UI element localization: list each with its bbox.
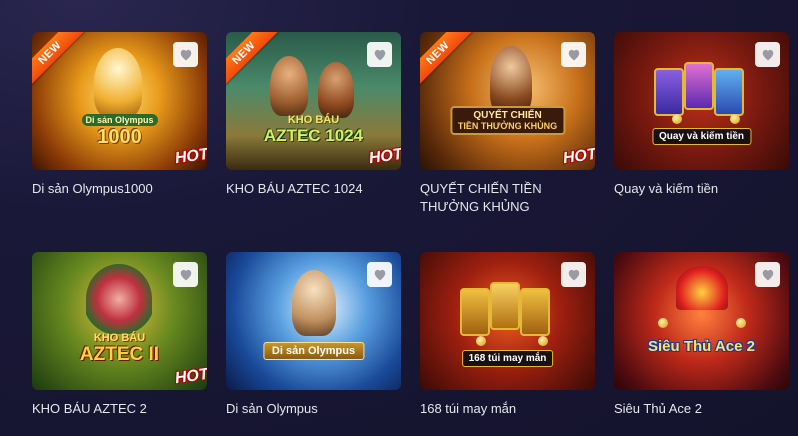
heart-icon (374, 49, 385, 61)
heart-icon (762, 49, 773, 61)
game-title[interactable]: Quay và kiếm tiền (614, 180, 789, 198)
favorite-button[interactable] (755, 42, 780, 67)
game-logo: Di sản Olympus 1000 (81, 114, 158, 149)
game-thumbnail[interactable]: 168 túi may mắn (420, 252, 595, 390)
favorite-button[interactable] (561, 262, 586, 287)
favorite-button[interactable] (173, 42, 198, 67)
game-card-quyet-chien[interactable]: QUYẾT CHIẾN TIỀN THƯỞNG KHỦNG NEW HOT QU… (420, 32, 595, 216)
game-logo: Di sản Olympus (262, 342, 365, 360)
game-thumbnail[interactable]: Quay và kiếm tiền (614, 32, 789, 170)
heart-icon (180, 269, 191, 281)
game-thumbnail[interactable]: KHO BÁU AZTEC 1024 NEW HOT (226, 32, 401, 170)
game-thumbnail[interactable]: Di sản Olympus 1000 NEW HOT (32, 32, 207, 170)
game-title[interactable]: Di sản Olympus1000 (32, 180, 207, 198)
favorite-button[interactable] (367, 42, 392, 67)
game-thumbnail[interactable]: Siêu Thủ Ace 2 (614, 252, 789, 390)
game-thumbnail[interactable]: KHO BÁU AZTEC II HOT (32, 252, 207, 390)
game-card-quay-va-kiem-tien[interactable]: Quay và kiếm tiền Quay và kiếm tiền (614, 32, 789, 198)
game-logo: KHO BÁU AZTEC II (79, 332, 160, 365)
heart-icon (568, 49, 579, 61)
heart-icon (568, 269, 579, 281)
game-title[interactable]: KHO BÁU AZTEC 1024 (226, 180, 401, 198)
game-logo: KHO BÁU AZTEC 1024 (263, 114, 364, 145)
game-title[interactable]: KHO BÁU AZTEC 2 (32, 400, 207, 418)
game-card-olympus[interactable]: Di sản Olympus Di sản Olympus (226, 252, 401, 418)
favorite-button[interactable] (173, 262, 198, 287)
favorite-button[interactable] (561, 42, 586, 67)
game-thumbnail[interactable]: QUYẾT CHIẾN TIỀN THƯỞNG KHỦNG NEW HOT (420, 32, 595, 170)
favorite-button[interactable] (755, 262, 780, 287)
game-thumbnail[interactable]: Di sản Olympus (226, 252, 401, 390)
game-card-olympus-1000[interactable]: Di sản Olympus 1000 NEW HOT Di sản Olymp… (32, 32, 207, 198)
heart-icon (180, 49, 191, 61)
game-title[interactable]: Di sản Olympus (226, 400, 401, 418)
game-title[interactable]: QUYẾT CHIẾN TIỀN THƯỞNG KHỦNG (420, 180, 595, 216)
game-title[interactable]: Siêu Thủ Ace 2 (614, 400, 789, 418)
game-card-sieu-thu-ace-2[interactable]: Siêu Thủ Ace 2 Siêu Thủ Ace 2 (614, 252, 789, 418)
game-logo: Quay và kiếm tiền (651, 128, 752, 145)
game-card-168-tui-may-man[interactable]: 168 túi may mắn 168 túi may mắn (420, 252, 595, 418)
game-title[interactable]: 168 túi may mắn (420, 400, 595, 418)
game-logo: Siêu Thủ Ace 2 (648, 338, 755, 355)
heart-icon (762, 269, 773, 281)
game-card-aztec-2[interactable]: KHO BÁU AZTEC II HOT KHO BÁU AZTEC 2 (32, 252, 207, 418)
favorite-button[interactable] (367, 262, 392, 287)
heart-icon (374, 269, 385, 281)
game-card-aztec-1024[interactable]: KHO BÁU AZTEC 1024 NEW HOT KHO BÁU AZTEC… (226, 32, 401, 198)
game-logo: QUYẾT CHIẾN TIỀN THƯỞNG KHỦNG (449, 106, 566, 135)
game-logo: 168 túi may mắn (461, 350, 554, 367)
